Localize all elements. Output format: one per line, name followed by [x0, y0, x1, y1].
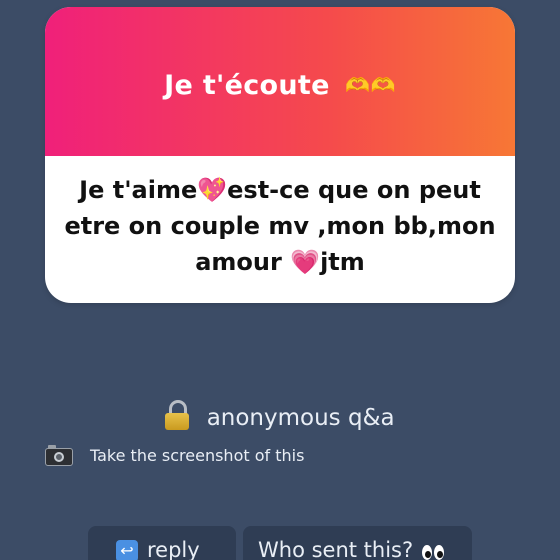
heart-hands-icon: 🫶🫶 [345, 73, 396, 97]
footer-title: anonymous q&a [0, 400, 560, 431]
who-sent-this-label: Who sent this? [258, 538, 414, 560]
footer-title-text: anonymous q&a [206, 405, 395, 431]
reply-button-label: reply [147, 538, 200, 560]
card-title-text: Je t'écoute [164, 70, 330, 101]
eyes-icon [422, 541, 446, 560]
question-text: Je t'aime💖est-ce que on peut etre on cou… [64, 175, 496, 276]
screen: Je t'écoute 🫶🫶 Je t'aime💖est-ce que on p… [0, 0, 560, 560]
who-sent-this-button[interactable]: Who sent this? [243, 526, 472, 560]
reply-button[interactable]: ↩ reply [88, 526, 236, 560]
card-title: Je t'écoute 🫶🫶 [164, 70, 396, 101]
caption-text: Take the screenshot of this [90, 445, 305, 465]
question-card: Je t'écoute 🫶🫶 Je t'aime💖est-ce que on p… [45, 7, 515, 303]
caption-row: Take the screenshot of this [45, 444, 304, 466]
question-card-header: Je t'écoute 🫶🫶 [45, 7, 515, 156]
reply-arrow-icon: ↩ [116, 540, 138, 560]
question-card-body: Je t'aime💖est-ce que on peut etre on cou… [45, 156, 515, 303]
camera-icon [45, 444, 73, 466]
lock-icon [165, 400, 190, 430]
